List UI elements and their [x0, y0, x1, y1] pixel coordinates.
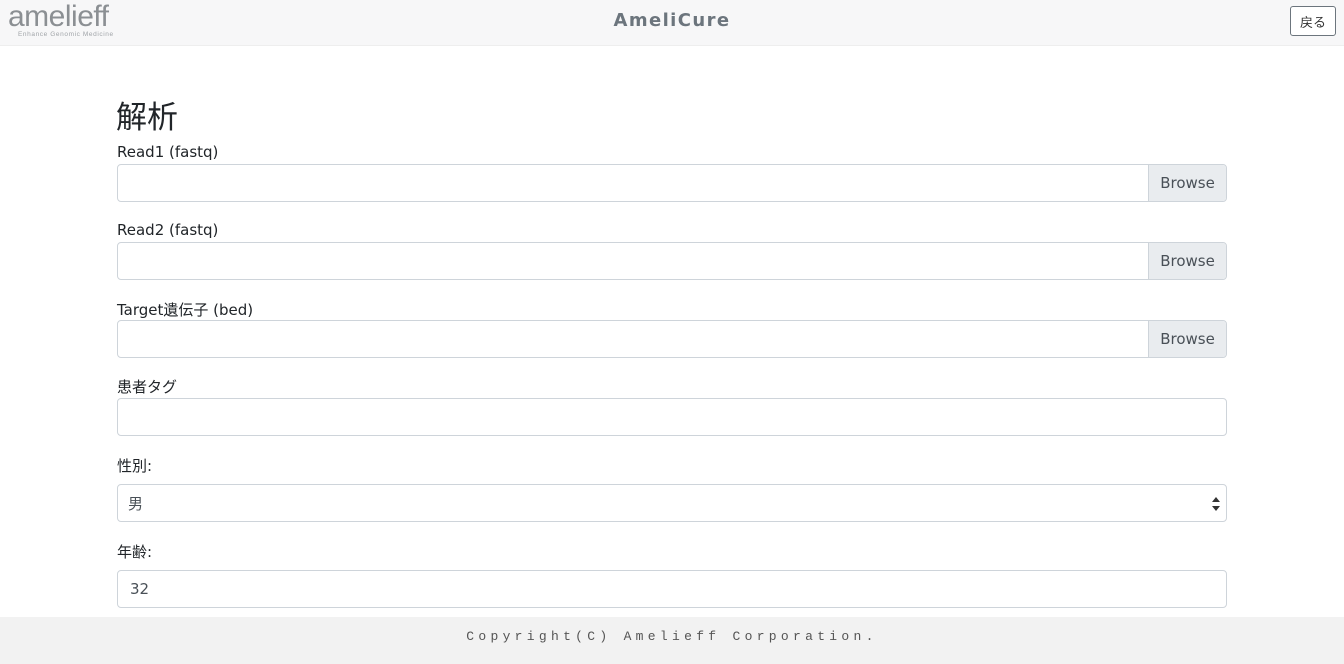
read2-browse-button[interactable]: Browse: [1148, 243, 1226, 279]
logo-tagline: Enhance Genomic Medicine: [18, 31, 114, 38]
target-label: Target遺伝子 (bed): [117, 301, 254, 319]
read2-file-input[interactable]: Browse: [117, 242, 1227, 280]
sex-selected-value: 男: [128, 494, 144, 513]
read1-browse-button[interactable]: Browse: [1148, 165, 1226, 201]
age-label: 年齢:: [117, 543, 153, 561]
select-arrows-icon: [1212, 497, 1220, 511]
target-browse-button[interactable]: Browse: [1148, 321, 1226, 357]
sex-label: 性別:: [117, 457, 153, 475]
top-navbar: amelieff Enhance Genomic Medicine AmeliC…: [0, 0, 1344, 46]
page-title: 解析: [116, 100, 178, 136]
back-button[interactable]: 戻る: [1290, 6, 1336, 36]
age-input[interactable]: [117, 570, 1227, 608]
target-file-input[interactable]: Browse: [117, 320, 1227, 358]
read2-label: Read2 (fastq): [117, 221, 219, 239]
copyright-text: Copyright(C) Amelieff Corporation.: [466, 629, 878, 644]
patient-tag-label: 患者タグ: [117, 378, 178, 396]
read1-label: Read1 (fastq): [117, 143, 219, 161]
sex-select[interactable]: 男: [117, 484, 1227, 522]
read1-file-input[interactable]: Browse: [117, 164, 1227, 202]
patient-tag-input[interactable]: [117, 398, 1227, 436]
footer: Copyright(C) Amelieff Corporation.: [0, 617, 1344, 664]
app-title: AmeliCure: [613, 10, 731, 31]
